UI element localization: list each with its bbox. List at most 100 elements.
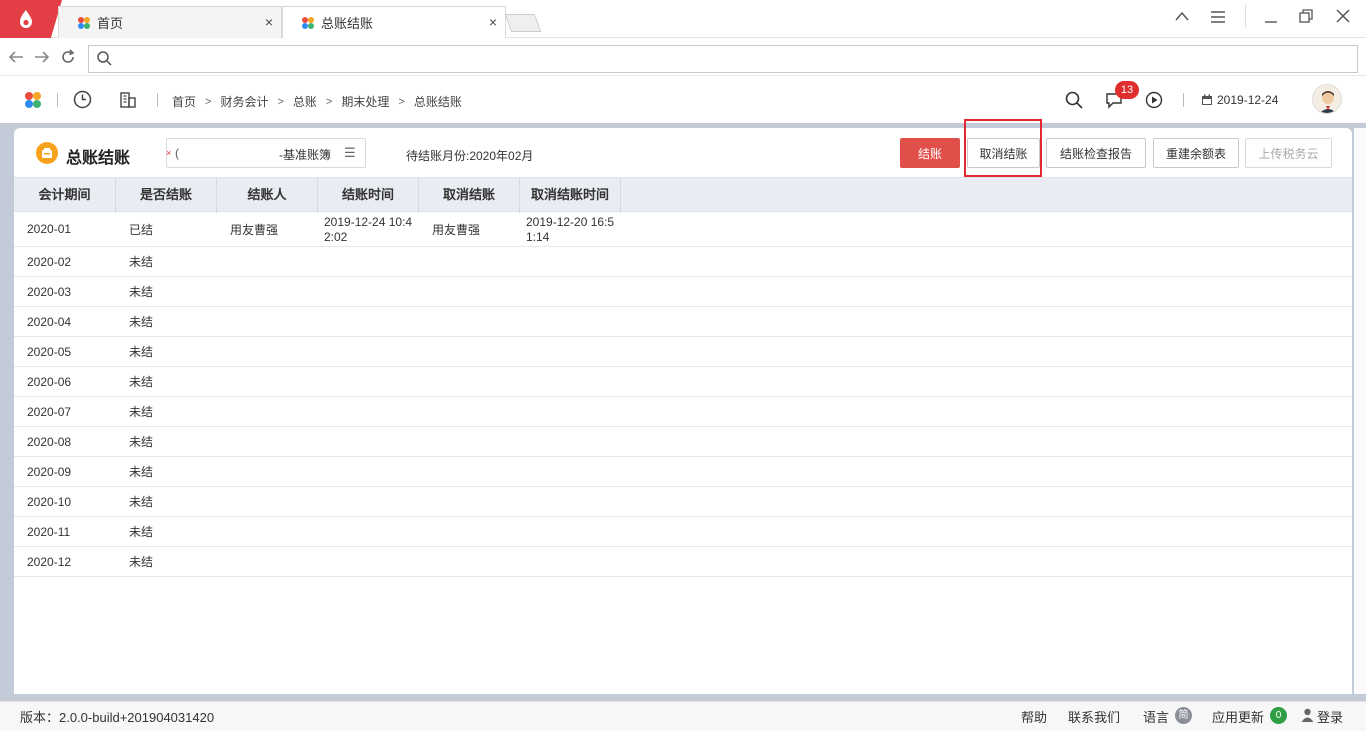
minimize-icon[interactable]	[1263, 10, 1279, 24]
table-cell-period: 2020-11	[27, 524, 71, 539]
table-cell-close-time	[318, 487, 419, 516]
breadcrumb-period-end[interactable]: 期末处理	[341, 93, 389, 110]
table-row[interactable]: 2020-02 未结	[14, 247, 1352, 277]
table-cell-closer	[217, 427, 318, 456]
table-cell-closed: 未结	[129, 315, 154, 329]
table-cell-cancel-time	[520, 547, 621, 576]
table-row[interactable]: 2020-05 未结	[14, 337, 1352, 367]
book-name: -基准账簿	[279, 148, 331, 162]
language-badge[interactable]: 简	[1175, 707, 1192, 724]
column-header[interactable]: 会计期间	[14, 178, 116, 213]
chevron-right-icon: >	[325, 95, 333, 108]
table-row[interactable]: 2020-03 未结	[14, 277, 1352, 307]
closing-table: 会计期间 是否结账 结账人 结账时间 取消结账 取消结账时间 2020-01 已结…	[14, 177, 1352, 577]
table-row[interactable]: 2020-08 未结	[14, 427, 1352, 457]
chevron-up-icon[interactable]	[1174, 10, 1190, 22]
table-row[interactable]: 2020-01 已结 用友曹强 2019-12-24 10:42:02 用友曹强 2019…	[14, 212, 1352, 247]
table-cell-period: 2020-10	[27, 494, 72, 509]
ledger-icon	[36, 142, 58, 164]
pending-month: 待结账月份:2020年02月	[406, 149, 534, 163]
tab-label: 首页	[97, 16, 124, 31]
table-cell-close-time	[318, 397, 419, 426]
table-cell-canceller	[419, 337, 520, 366]
table-cell-cancel-time	[520, 277, 621, 306]
column-header[interactable]: 取消结账	[419, 178, 520, 213]
app-flower-icon	[302, 16, 314, 29]
table-row[interactable]: 2020-04 未结	[14, 307, 1352, 337]
app-logo-icon[interactable]	[24, 91, 42, 109]
chevron-right-icon: >	[277, 95, 284, 108]
column-header[interactable]: 结账人	[217, 178, 318, 213]
table-cell-canceller	[419, 457, 520, 486]
clock-icon[interactable]	[73, 90, 92, 109]
table-cell-canceller	[419, 277, 520, 306]
tab-ledger-close[interactable]: 总账结账 ×	[282, 6, 506, 38]
upload-tax-cloud-button[interactable]: 上传税务云	[1245, 138, 1332, 168]
breadcrumb-finance[interactable]: 财务会计	[220, 93, 268, 110]
contact-link[interactable]: 联系我们	[1068, 707, 1120, 726]
table-cell-period: 2020-01	[27, 222, 72, 236]
table-body: 2020-01 已结 用友曹强 2019-12-24 10:42:02 用友曹强 2019…	[14, 212, 1352, 577]
chevron-right-icon: >	[205, 95, 212, 108]
table-cell-closer	[217, 397, 318, 426]
column-header[interactable]: 取消结账时间	[520, 178, 621, 213]
menu-icon[interactable]	[1210, 10, 1226, 24]
header-date[interactable]: 2019-12-24	[1201, 93, 1278, 107]
table-cell-cancel-time	[520, 517, 621, 546]
table-cell-cancel-time	[520, 457, 621, 486]
table-row[interactable]: 2020-11 未结	[14, 517, 1352, 547]
close-ledger-button[interactable]: 结账	[900, 138, 960, 168]
refresh-icon[interactable]	[60, 49, 76, 65]
back-arrow-icon[interactable]	[8, 50, 24, 64]
table-cell-canceller	[419, 307, 520, 336]
building-icon[interactable]	[119, 91, 137, 109]
tab-home[interactable]: 首页 ×	[58, 6, 282, 38]
avatar[interactable]	[1312, 84, 1342, 114]
table-cell-closer	[217, 337, 318, 366]
language-link[interactable]: 语言	[1143, 707, 1169, 726]
table-cell-closer	[217, 277, 318, 306]
close-window-icon[interactable]	[1335, 8, 1351, 24]
restore-icon[interactable]	[1298, 8, 1314, 24]
table-cell-canceller	[419, 397, 520, 426]
table-cell-closed: 未结	[129, 285, 154, 299]
table-header: 会计期间 是否结账 结账人 结账时间 取消结账 取消结账时间	[14, 177, 1352, 213]
rebuild-balance-button[interactable]: 重建余额表	[1153, 138, 1239, 168]
table-cell-canceller: 用友曹强	[432, 222, 481, 237]
search-icon[interactable]	[1065, 91, 1083, 109]
table-row[interactable]: 2020-06 未结	[14, 367, 1352, 397]
column-header[interactable]: 结账时间	[318, 178, 419, 213]
table-cell-closed: 未结	[129, 465, 154, 479]
login-link[interactable]: 登录	[1317, 707, 1343, 726]
table-row[interactable]: 2020-07 未结	[14, 397, 1352, 427]
table-cell-cancel-time	[520, 337, 621, 366]
url-input[interactable]	[88, 45, 1358, 73]
account-book-select[interactable]: × ( -基准账簿 ☰	[166, 138, 366, 168]
table-cell-period: 2020-07	[27, 404, 72, 419]
flame-icon	[20, 10, 32, 28]
list-icon[interactable]: ☰	[344, 145, 356, 161]
table-row[interactable]: 2020-09 未结	[14, 457, 1352, 487]
table-cell-cancel-time: 2019-12-20 16:51:14	[526, 215, 615, 244]
breadcrumb-ledger[interactable]: 总账	[293, 93, 317, 110]
calendar-icon	[1202, 94, 1212, 105]
breadcrumb-home[interactable]: 首页	[172, 93, 196, 110]
vertical-scrollbar[interactable]	[1354, 128, 1366, 694]
help-link[interactable]: 帮助	[1021, 707, 1047, 726]
table-cell-period: 2020-02	[27, 254, 72, 269]
close-icon[interactable]: ×	[265, 14, 273, 30]
table-row[interactable]: 2020-12 未结	[14, 547, 1352, 577]
table-cell-canceller	[419, 517, 520, 546]
table-row[interactable]: 2020-10 未结	[14, 487, 1352, 517]
table-cell-closed: 未结	[129, 555, 154, 569]
play-circle-icon[interactable]	[1145, 91, 1163, 109]
table-cell-period: 2020-04	[27, 314, 72, 329]
app-flower-icon	[78, 16, 90, 29]
forward-arrow-icon[interactable]	[34, 50, 50, 64]
table-cell-closer	[217, 487, 318, 516]
close-icon[interactable]: ×	[489, 14, 497, 30]
new-tab-button[interactable]	[504, 14, 542, 32]
check-report-button[interactable]: 结账检查报告	[1046, 138, 1146, 168]
updates-link[interactable]: 应用更新	[1212, 707, 1264, 726]
column-header[interactable]: 是否结账	[116, 178, 217, 213]
